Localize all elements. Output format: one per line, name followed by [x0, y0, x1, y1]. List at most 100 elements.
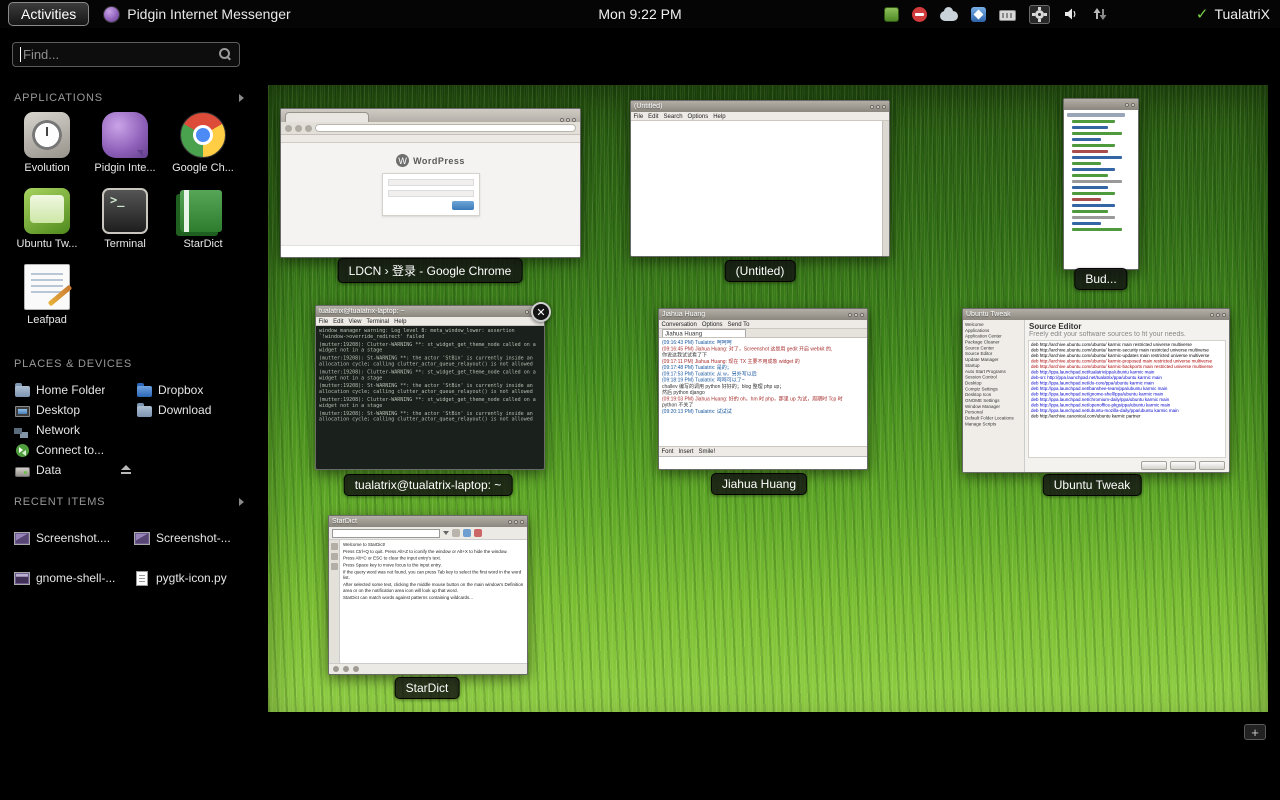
menu-item: Search — [664, 113, 683, 120]
window-title: StarDict — [332, 518, 357, 525]
app-launcher[interactable]: Pidgin Inte... — [86, 112, 164, 188]
definition-line: If the query word was not found, you can… — [343, 569, 524, 581]
eject-icon[interactable] — [120, 465, 133, 476]
wordpress-logo-icon — [396, 154, 409, 167]
recent-item[interactable]: Screenshot-... — [134, 518, 244, 558]
drive-icon — [15, 467, 30, 477]
menu-item: Options — [702, 321, 723, 328]
applications-header[interactable]: APPLICATIONS — [14, 92, 244, 104]
pane-subtitle: Freely edit your software sources to fit… — [1029, 331, 1225, 338]
search-box[interactable] — [12, 42, 240, 67]
overview-sidebar: APPLICATIONS Evolution Pidgin Inte... Go… — [0, 28, 252, 800]
search-input[interactable] — [23, 47, 219, 62]
clear-icon — [474, 529, 482, 537]
button — [1141, 461, 1167, 470]
terminal-line: window manager warning: Log level 8: met… — [319, 328, 541, 340]
folder-icon — [137, 406, 152, 417]
cloud-icon[interactable] — [940, 11, 958, 21]
recent-item[interactable]: gnome-shell-... — [14, 558, 134, 598]
app-launcher[interactable]: Ubuntu Tw... — [8, 188, 86, 264]
window-thumbnail-stardict[interactable]: StarDict Welcome to StarDict!Press Ctrl+… — [328, 515, 528, 675]
chevron-right-icon[interactable] — [239, 498, 244, 506]
search-icon[interactable] — [219, 48, 232, 61]
button — [1199, 461, 1225, 470]
image-file2-icon — [14, 572, 30, 585]
focused-app-menu[interactable]: Pidgin Internet Messenger — [103, 6, 290, 23]
place-item[interactable]: Network — [14, 420, 136, 440]
bookmarks-bar — [281, 135, 580, 143]
desktop-icon — [15, 406, 30, 417]
clock[interactable]: Mon 9:22 PM — [598, 6, 681, 22]
place-item[interactable]: Home Folder — [14, 380, 136, 400]
system-tray — [884, 5, 1108, 24]
do-not-disturb-icon[interactable] — [912, 7, 927, 22]
software-update-icon[interactable] — [884, 7, 899, 22]
window-caption-terminal: tualatrix@tualatrix-laptop: ~ — [344, 474, 513, 496]
password-field — [388, 190, 474, 197]
window-title: (Untitled) — [634, 103, 662, 110]
recent-item[interactable]: pygtk-icon.py — [134, 558, 244, 598]
window-title: Ubuntu Tweak — [966, 311, 1011, 318]
close-icon: ✕ — [536, 306, 545, 319]
buddy-list-rows — [1064, 110, 1138, 269]
window-title: tualatrix@tualatrix-laptop: ~ — [319, 308, 405, 315]
tweak-sidebar-item: Manage Scripts — [965, 421, 1024, 427]
workspace-preview[interactable]: WordPress LDCN › 登录 - Google Chrome (Unt… — [268, 85, 1268, 712]
window-thumbnail-buddy-list[interactable] — [1063, 98, 1139, 270]
menu-item: Terminal — [366, 318, 389, 325]
app-launcher[interactable]: StarDict — [164, 188, 242, 264]
window-thumbnail-ubuntu-tweak[interactable]: Ubuntu Tweak WelcomeApplicationsApplicat… — [962, 308, 1230, 473]
chevron-right-icon[interactable] — [239, 94, 244, 102]
app-launcher[interactable]: Google Ch... — [164, 112, 242, 188]
definition-line: Press Ctrl+Q to quit. Press Alt+Z to ico… — [343, 549, 524, 555]
format-toolbar-item: Smile! — [699, 448, 716, 455]
app-launcher[interactable]: Leafpad — [8, 264, 86, 340]
app-launcher[interactable]: Terminal — [86, 188, 164, 264]
keyboard-icon[interactable] — [999, 10, 1016, 21]
add-workspace-button[interactable]: + — [1244, 724, 1266, 740]
definition-line: After selected some text, clicking the m… — [343, 582, 524, 594]
login-form — [382, 173, 480, 216]
menu-item: Edit — [333, 318, 343, 325]
forward-icon — [295, 125, 302, 132]
top-bar: Activities Pidgin Internet Messenger Mon… — [0, 0, 1280, 28]
definition-line: StarDict can match words against pattern… — [343, 595, 524, 601]
network-icon[interactable] — [1092, 6, 1108, 22]
conversation-tab: Jiahua Huang — [662, 329, 746, 337]
chrome-icon — [180, 112, 226, 158]
source-line: deb http://archive.canonical.com/ubuntu … — [1031, 413, 1223, 418]
format-toolbar-item: Font — [662, 448, 674, 455]
app-launcher[interactable]: Evolution — [8, 112, 86, 188]
recent-items-header[interactable]: RECENT ITEMS — [14, 496, 244, 508]
menu-item: Options — [688, 113, 709, 120]
volume-icon[interactable] — [1063, 6, 1079, 22]
place-item[interactable]: Dropbox — [136, 380, 240, 400]
conversation-history: (09:16:43 PM) Tualatrix: 呵呵呵(09:16:45 PM… — [659, 338, 867, 446]
window-caption-chat: Jiahua Huang — [711, 473, 807, 495]
image-file-icon — [14, 532, 30, 545]
window-thumbnail-chat[interactable]: Jiahua Huang ConversationOptionsSend To … — [658, 308, 868, 470]
format-toolbar-item: Insert — [679, 448, 694, 455]
place-item[interactable]: Connect to... — [14, 440, 136, 460]
close-window-button[interactable]: ✕ — [531, 302, 551, 322]
definition-line: Welcome to StarDict! — [343, 542, 524, 548]
text-caret — [20, 47, 21, 62]
recent-items-list: Screenshot.... Screenshot-... gnome-shel… — [14, 518, 244, 598]
ubuntu-tweak-icon — [24, 188, 70, 234]
gear-icon[interactable] — [1029, 5, 1050, 24]
place-item[interactable]: Data — [14, 460, 136, 480]
recent-item[interactable]: Screenshot.... — [14, 518, 134, 558]
wordpress-wordmark: WordPress — [413, 156, 465, 166]
activities-button[interactable]: Activities — [8, 2, 89, 26]
presence-available-icon: ✓ — [1196, 5, 1209, 23]
window-thumbnail-untitled[interactable]: (Untitled) FileEditSearchOptionsHelp — [630, 100, 890, 257]
user-menu[interactable]: ✓ TualatriX — [1196, 5, 1270, 23]
menu-item: File — [319, 318, 329, 325]
place-item[interactable]: Desktop — [14, 400, 136, 420]
window-thumbnail-chrome[interactable]: WordPress — [280, 108, 581, 258]
place-item[interactable]: Download — [136, 400, 240, 420]
window-thumbnail-terminal[interactable]: tualatrix@tualatrix-laptop: ~ FileEditVi… — [315, 305, 545, 470]
message-input-area — [659, 456, 867, 469]
input-method-icon[interactable] — [971, 7, 986, 22]
stardict-icon — [180, 190, 222, 232]
